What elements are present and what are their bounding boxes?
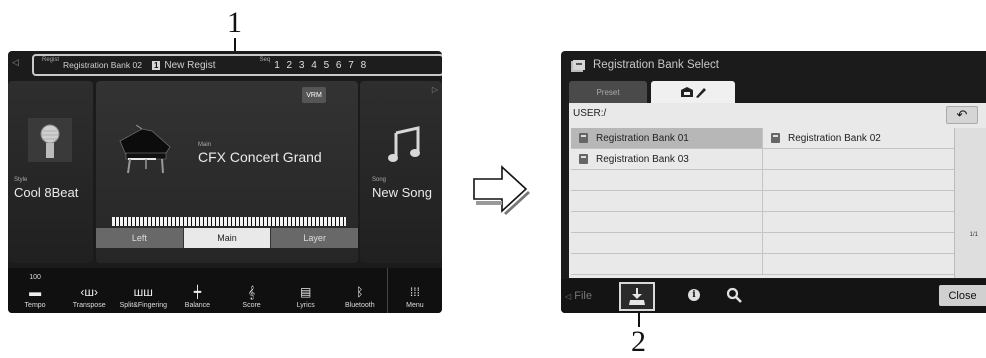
- score-label: Score: [242, 302, 261, 309]
- lyrics-icon: ▤: [300, 285, 312, 299]
- score-icon: 𝄞: [248, 285, 256, 299]
- empty-cell: [763, 191, 955, 212]
- file-button[interactable]: ◁ File: [565, 290, 592, 302]
- registration-file-icon: [579, 154, 588, 164]
- file-name: Registration Bank 01: [596, 132, 689, 144]
- style-label: Style: [14, 177, 28, 183]
- score-button[interactable]: 𝄞 Score: [225, 268, 279, 313]
- tempo-value: 100: [29, 274, 41, 281]
- empty-cell: [763, 149, 955, 170]
- style-value: Cool 8Beat: [14, 185, 79, 200]
- home-screen: ◁ Regist Registration Bank 02 1 New Regi…: [8, 51, 442, 313]
- file-list-area: USER:/ ↶ Registration Bank 01 Registrati…: [569, 103, 986, 278]
- registration-bank-select-screen: Registration Bank Select Preset USER:/ ↶…: [561, 51, 986, 313]
- tab-preset[interactable]: Preset: [569, 81, 647, 103]
- main-voice-value: CFX Concert Grand: [198, 149, 322, 165]
- empty-cell: [763, 233, 955, 254]
- keyboard-graphic: [112, 217, 346, 226]
- file-name: Registration Bank 03: [596, 153, 689, 165]
- file-label: File: [574, 290, 592, 302]
- seq-tiny-label: Seq: [259, 57, 271, 63]
- registration-number-badge: 1: [151, 60, 161, 70]
- menu-button[interactable]: ⁞⁞⁞ Menu: [386, 268, 442, 313]
- empty-cell: [763, 170, 955, 191]
- part-left-button[interactable]: Left: [96, 228, 184, 248]
- part-layer-button[interactable]: Layer: [271, 228, 359, 248]
- sequence-numbers[interactable]: 1 2 3 4 5 6 7 8: [274, 60, 368, 71]
- left-arrow-icon: ◁: [565, 292, 572, 301]
- balance-button[interactable]: ┿ Balance: [170, 268, 224, 313]
- menu-icon: ⁞⁞⁞: [409, 285, 420, 299]
- split-fingering-button[interactable]: шш Split&Fingering: [116, 268, 170, 313]
- part-tabs: Left Main Layer: [96, 228, 359, 248]
- split-fingering-icon: шш: [133, 285, 153, 299]
- balance-icon: ┿: [193, 285, 202, 299]
- song-panel[interactable]: ▷ Song New Song: [360, 81, 442, 263]
- tempo-icon: ▬: [29, 285, 42, 299]
- file-item-2[interactable]: Registration Bank 02: [763, 128, 955, 149]
- save-button[interactable]: [619, 282, 655, 311]
- main-label: Main: [198, 142, 212, 148]
- balance-label: Balance: [184, 302, 211, 309]
- empty-cell: [571, 254, 763, 275]
- page-scroll-area[interactable]: 1/1: [954, 128, 986, 278]
- file-name: Registration Bank 02: [788, 132, 881, 144]
- tempo-label: Tempo: [24, 302, 46, 309]
- lyrics-label: Lyrics: [296, 302, 315, 309]
- menu-label: Menu: [406, 302, 424, 309]
- right-arrow-icon[interactable]: ▷: [432, 85, 438, 94]
- registration-bank-icon: [571, 60, 585, 72]
- grand-piano-image: [119, 125, 171, 174]
- up-folder-icon: ↶: [956, 107, 968, 122]
- vrm-button[interactable]: VRM: [302, 87, 326, 103]
- bottom-toolbar: ◁ File i Close: [561, 279, 986, 313]
- registration-file-icon: [771, 133, 780, 143]
- empty-cell: [571, 191, 763, 212]
- song-value: New Song: [372, 185, 432, 200]
- up-folder-button[interactable]: ↶: [946, 106, 978, 124]
- transpose-label: Transpose: [72, 302, 106, 309]
- bluetooth-button[interactable]: ᛒ Bluetooth: [333, 268, 387, 313]
- bluetooth-icon: ᛒ: [356, 285, 364, 299]
- transition-arrow-icon: [473, 165, 530, 215]
- empty-cell: [571, 212, 763, 233]
- empty-cell: [763, 212, 955, 233]
- registration-bank-name: Registration Bank 02: [63, 60, 142, 70]
- info-icon[interactable]: i: [688, 289, 700, 301]
- regist-tiny-label: Regist: [42, 57, 60, 63]
- registration-bar[interactable]: Regist Registration Bank 02 1 New Regist…: [32, 54, 442, 76]
- close-button[interactable]: Close: [939, 285, 986, 306]
- callout-number-1: 1: [227, 6, 242, 39]
- callout-number-2: 2: [631, 325, 646, 358]
- music-note-icon: [388, 126, 420, 162]
- registration-file-icon: [579, 133, 588, 143]
- search-icon[interactable]: [726, 287, 742, 303]
- split-fingering-label: Split&Fingering: [119, 302, 168, 309]
- registration-name: New Regist: [164, 59, 216, 71]
- part-main-button[interactable]: Main: [183, 228, 272, 248]
- user-folder-edit-icon: [681, 87, 706, 98]
- transpose-icon: ‹ш›: [80, 285, 98, 299]
- tab-user[interactable]: [651, 81, 735, 103]
- transpose-button[interactable]: ‹ш› Transpose: [62, 268, 116, 313]
- empty-cell: [763, 254, 955, 275]
- lyrics-button[interactable]: ▤ Lyrics: [279, 268, 333, 313]
- save-icon: [629, 287, 645, 305]
- file-grid: Registration Bank 01 Registration Bank 0…: [571, 128, 955, 275]
- main-voice-panel[interactable]: VRM Main CFX Concert Grand Left Main Lay…: [96, 81, 359, 263]
- song-label: Song: [372, 177, 387, 183]
- style-panel[interactable]: Style Cool 8Beat: [8, 81, 93, 263]
- left-arrow-icon[interactable]: ◁: [12, 57, 19, 68]
- page-indicator: 1/1: [969, 232, 978, 238]
- bottom-function-bar: 100 ▬ Tempo ‹ш› Transpose шш Split&Finge…: [8, 268, 442, 313]
- file-item-1[interactable]: Registration Bank 01: [571, 128, 763, 149]
- screen-title: Registration Bank Select: [593, 59, 719, 71]
- microphone-image: [28, 118, 72, 162]
- empty-cell: [571, 233, 763, 254]
- empty-cell: [571, 170, 763, 191]
- bluetooth-label: Bluetooth: [345, 302, 375, 309]
- tempo-button[interactable]: 100 ▬ Tempo: [8, 268, 62, 313]
- file-item-3[interactable]: Registration Bank 03: [571, 149, 763, 170]
- current-path: USER:/: [573, 108, 607, 119]
